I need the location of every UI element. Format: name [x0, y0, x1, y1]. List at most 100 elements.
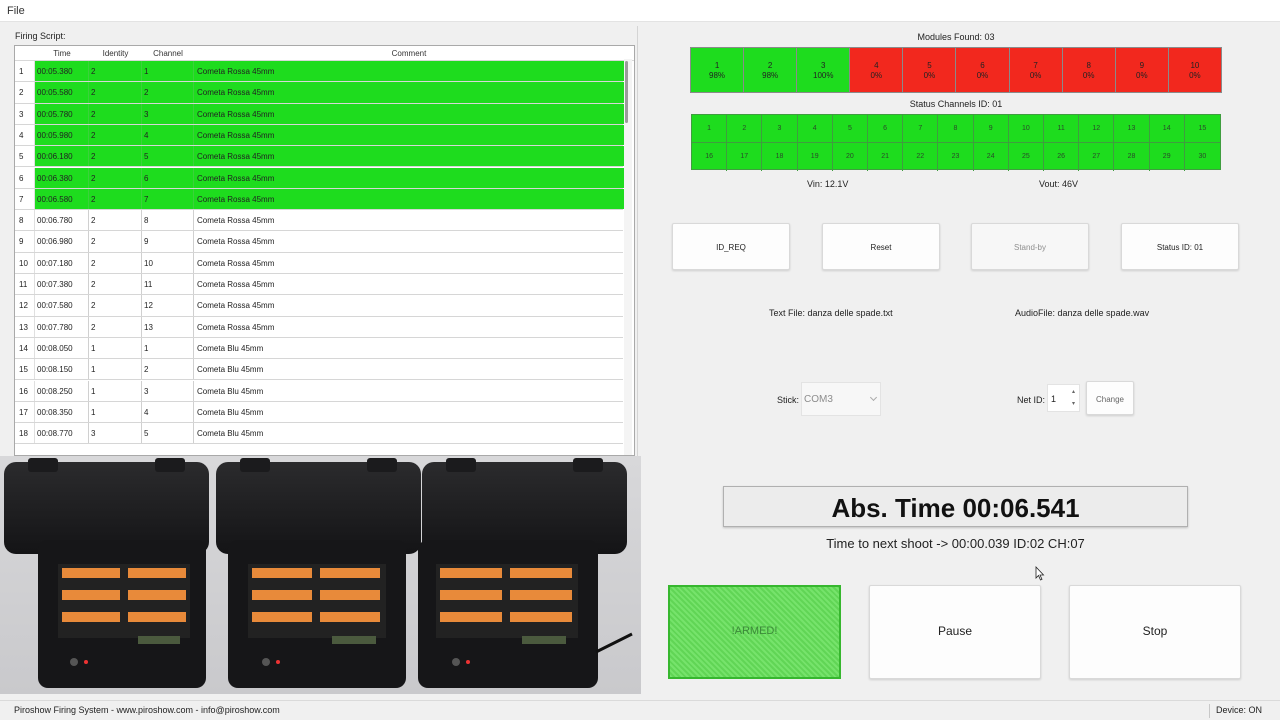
- table-row[interactable]: 10 00:07.180 2 10 Cometa Rossa 45mm: [15, 252, 623, 274]
- table-row[interactable]: 18 00:08.770 3 5 Cometa Blu 45mm: [15, 423, 623, 445]
- table-row[interactable]: 15 00:08.150 1 2 Cometa Blu 45mm: [15, 359, 623, 381]
- identity-cell: 2: [89, 210, 142, 231]
- channel-cell: 1: [142, 61, 194, 82]
- identity-cell: 2: [89, 231, 142, 252]
- vin-value: Vin: 12.1V: [807, 179, 849, 189]
- table-row[interactable]: 8 00:06.780 2 8 Cometa Rossa 45mm: [15, 210, 623, 232]
- identity-cell: 2: [89, 252, 142, 273]
- table-row[interactable]: 4 00:05.980 2 4 Cometa Rossa 45mm: [15, 124, 624, 147]
- id-req-button[interactable]: ID_REQ: [672, 223, 790, 270]
- pause-button[interactable]: Pause: [869, 585, 1041, 679]
- table-row[interactable]: 14 00:08.050 1 1 Cometa Blu 45mm: [15, 337, 623, 360]
- identity-cell: 2: [89, 82, 142, 103]
- module-percentage: 0%: [1136, 71, 1148, 80]
- scrollbar-thumb[interactable]: [625, 61, 628, 123]
- armed-button[interactable]: !ARMED!: [668, 585, 841, 679]
- status-channels-grid: 1 2 3 4 5 6 7 8 9 10 11 12 13 14 15 16 17 18 19 20 21 22 23 24 2…: [691, 114, 1221, 171]
- table-row[interactable]: 7 00:06.580 2 7 Cometa Rossa 45mm: [15, 188, 624, 211]
- row-number: 15: [15, 359, 35, 380]
- comment-cell: Cometa Rossa 45mm: [197, 216, 275, 226]
- menu-file[interactable]: File: [7, 5, 25, 17]
- time-cell: 00:05.780: [35, 103, 89, 124]
- table-row[interactable]: 12 00:07.580 2 12 Cometa Rossa 45mm: [15, 295, 623, 317]
- module-id: 3: [821, 61, 826, 70]
- net-id-spinbox[interactable]: 1 ▴ ▾: [1047, 384, 1080, 412]
- modules-status-row: 1 98% 2 98% 3 100% 4 0% 5 0% 6 0% 7 0% 8 0% 9 0% 10 0%: [690, 47, 1222, 93]
- channel-status-21: 21: [868, 143, 904, 171]
- change-button[interactable]: Change: [1086, 381, 1134, 415]
- channel-status-1: 1: [692, 115, 728, 143]
- time-cell: 00:05.980: [35, 124, 89, 146]
- row-number: 3: [15, 103, 35, 124]
- time-cell: 00:06.580: [35, 188, 89, 210]
- channel-status-6: 6: [868, 115, 904, 143]
- net-id-value: 1: [1051, 394, 1057, 404]
- module-status-4: 4 0%: [850, 48, 904, 92]
- row-number: 1: [15, 61, 35, 82]
- column-header-comment[interactable]: Comment: [194, 49, 624, 58]
- table-row[interactable]: 9 00:06.980 2 9 Cometa Rossa 45mm: [15, 231, 623, 253]
- table-row[interactable]: 17 00:08.350 1 4 Cometa Blu 45mm: [15, 401, 623, 424]
- channel-status-24: 24: [974, 143, 1009, 171]
- channel-status-3: 3: [762, 115, 798, 143]
- channel-status-25: 25: [1009, 143, 1044, 171]
- row-number: 14: [15, 337, 35, 359]
- table-row[interactable]: 3 00:05.780 2 3 Cometa Rossa 45mm: [15, 103, 624, 125]
- status-id-button[interactable]: Status ID: 01: [1121, 223, 1239, 270]
- channel-status-10: 10: [1008, 115, 1044, 143]
- module-id: 7: [1033, 61, 1038, 70]
- table-row[interactable]: 16 00:08.250 1 3 Cometa Blu 45mm: [15, 380, 623, 402]
- time-cell: 00:08.350: [35, 401, 89, 423]
- row-number: 17: [15, 401, 35, 423]
- module-id: 9: [1139, 61, 1145, 70]
- table-row[interactable]: 5 00:06.180 2 5 Cometa Rossa 45mm: [15, 146, 624, 168]
- reset-button[interactable]: Reset: [822, 223, 940, 270]
- channel-cell: 7: [142, 188, 194, 210]
- identity-cell: 2: [89, 61, 142, 82]
- channel-status-9: 9: [973, 115, 1009, 143]
- standby-button[interactable]: Stand-by: [971, 223, 1089, 270]
- column-header-channel[interactable]: Channel: [142, 49, 194, 58]
- channel-status-15: 15: [1184, 115, 1220, 143]
- identity-cell: 3: [89, 423, 142, 444]
- module-percentage: 0%: [976, 71, 989, 80]
- channel-status-13: 13: [1114, 115, 1150, 143]
- stick-port-select[interactable]: COM3: [801, 382, 881, 416]
- table-row[interactable]: 6 00:06.380 2 6 Cometa Rossa 45mm: [15, 167, 624, 189]
- table-row[interactable]: 11 00:07.380 2 11 Cometa Rossa 45mm: [15, 274, 623, 296]
- module-status-5: 5 0%: [903, 48, 957, 92]
- firing-script-table[interactable]: Time Identity Channel Comment 1 00:05.380…: [14, 45, 635, 456]
- status-channels-title: Status Channels ID: 01: [909, 99, 1003, 109]
- time-cell: 00:08.250: [35, 380, 89, 401]
- comment-cell: Cometa Rossa 45mm: [197, 237, 275, 247]
- column-header-time[interactable]: Time: [35, 49, 89, 58]
- table-row[interactable]: 1 00:05.380 2 1 Cometa Rossa 45mm: [15, 61, 624, 83]
- stop-button[interactable]: Stop: [1069, 585, 1241, 679]
- spin-up-icon[interactable]: ▴: [1069, 386, 1078, 398]
- panel-divider: [637, 26, 638, 456]
- comment-cell: Cometa Rossa 45mm: [194, 61, 624, 82]
- row-number: 2: [15, 82, 35, 103]
- channel-status-26: 26: [1044, 143, 1080, 171]
- channel-status-12: 12: [1079, 115, 1115, 143]
- module-percentage: 0%: [870, 71, 883, 80]
- row-number: 10: [15, 252, 35, 273]
- comment-cell: Cometa Rossa 45mm: [197, 322, 275, 332]
- firing-script-label: Firing Script:: [15, 31, 66, 41]
- identity-cell: 2: [89, 146, 142, 167]
- spin-down-icon[interactable]: ▾: [1069, 398, 1078, 410]
- table-row[interactable]: 13 00:07.780 2 13 Cometa Rossa 45mm: [15, 316, 623, 338]
- table-scrollbar[interactable]: [624, 59, 632, 455]
- channel-status-8: 8: [938, 115, 974, 143]
- channel-status-23: 23: [938, 143, 974, 171]
- column-header-identity[interactable]: Identity: [89, 49, 142, 58]
- table-row[interactable]: 2 00:05.580 2 2 Cometa Rossa 45mm: [15, 82, 624, 104]
- channel-status-11: 11: [1044, 115, 1080, 143]
- channel-cell: 11: [142, 274, 194, 295]
- audio-file-label: AudioFile: danza delle spade.wav: [1015, 308, 1150, 318]
- channel-cell: 5: [142, 423, 194, 444]
- modules-found-title: Modules Found: 03: [917, 32, 995, 42]
- row-number: 5: [15, 146, 35, 167]
- identity-cell: 1: [89, 337, 142, 359]
- channel-status-30: 30: [1198, 153, 1207, 160]
